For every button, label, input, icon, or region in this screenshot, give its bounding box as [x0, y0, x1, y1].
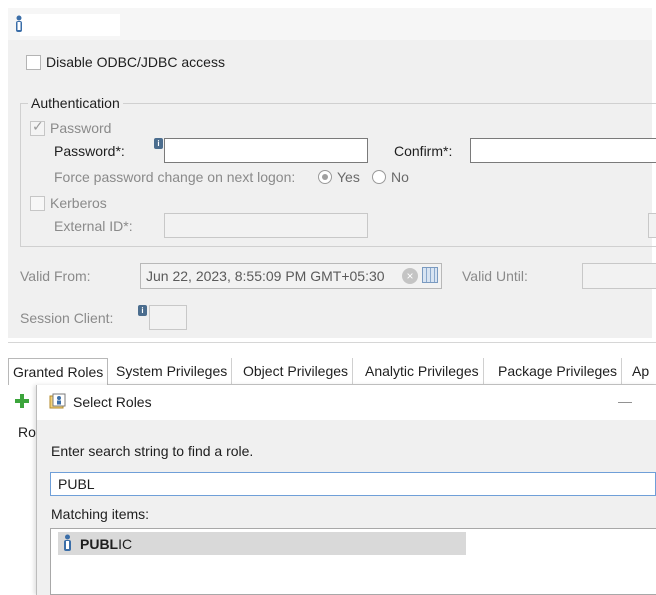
external-id-label: External ID*:: [54, 218, 133, 234]
password-label: Password*:: [54, 143, 125, 159]
valid-from-value: Jun 22, 2023, 8:55:09 PM GMT+05:30: [146, 268, 385, 284]
session-client-label: Session Client:: [20, 310, 114, 326]
info-icon: i: [154, 138, 163, 149]
tab-granted-roles[interactable]: Granted Roles: [8, 358, 109, 386]
matching-items-label: Matching items:: [51, 506, 150, 522]
valid-until-label: Valid Until:: [462, 268, 528, 284]
search-prompt: Enter search string to find a role.: [51, 443, 254, 459]
role-icon: [64, 534, 71, 551]
tab-analytic-privileges[interactable]: Analytic Privileges: [361, 358, 484, 384]
disable-odbc-checkbox[interactable]: [26, 55, 41, 70]
kerberos-checkbox[interactable]: [30, 196, 45, 211]
right-edge-field: [648, 213, 656, 238]
user-icon: [16, 15, 22, 32]
dialog-title: Select Roles: [73, 394, 152, 410]
list-item-rest: IC: [118, 536, 133, 552]
tab-system-privileges[interactable]: System Privileges: [112, 358, 233, 384]
tab-ap-truncated[interactable]: Ap: [628, 358, 653, 384]
external-id-field[interactable]: [164, 213, 368, 238]
force-change-yes-radio[interactable]: [318, 170, 332, 184]
minimize-button[interactable]: —: [618, 393, 632, 409]
password-checkbox[interactable]: [30, 119, 45, 136]
disable-odbc-label: Disable ODBC/JDBC access: [46, 54, 225, 70]
list-item-label: PUBLIC: [80, 536, 132, 552]
valid-from-label: Valid From:: [20, 268, 91, 284]
force-change-no-label: No: [391, 169, 409, 185]
select-roles-icon: [49, 393, 66, 409]
tab-package-privileges[interactable]: Package Privileges: [494, 358, 623, 384]
user-name-field[interactable]: [20, 14, 120, 36]
granted-roles-pane: [8, 385, 37, 595]
role-search-value: PUBL: [58, 476, 95, 492]
force-change-yes-label: Yes: [337, 169, 360, 185]
tab-object-privileges[interactable]: Object Privileges: [239, 358, 354, 384]
force-change-no-radio[interactable]: [372, 170, 386, 184]
calendar-icon[interactable]: [422, 267, 438, 283]
role-search-input[interactable]: PUBL: [50, 472, 656, 496]
roles-column-header: Ro: [18, 424, 36, 440]
confirm-field[interactable]: [470, 138, 656, 163]
session-client-field[interactable]: [149, 305, 187, 330]
kerberos-label: Kerberos: [50, 195, 107, 211]
clear-icon[interactable]: ×: [402, 268, 418, 284]
force-change-label: Force password change on next logon:: [54, 169, 296, 185]
separator: [8, 342, 656, 343]
authentication-title: Authentication: [28, 95, 123, 111]
valid-until-field[interactable]: [582, 263, 656, 289]
confirm-label: Confirm*:: [394, 143, 453, 159]
add-icon[interactable]: [14, 393, 30, 409]
list-item-match: PUBL: [80, 536, 119, 552]
password-checkbox-label: Password: [50, 120, 112, 136]
password-field[interactable]: [164, 138, 368, 163]
session-client-info-icon: i: [138, 305, 147, 316]
